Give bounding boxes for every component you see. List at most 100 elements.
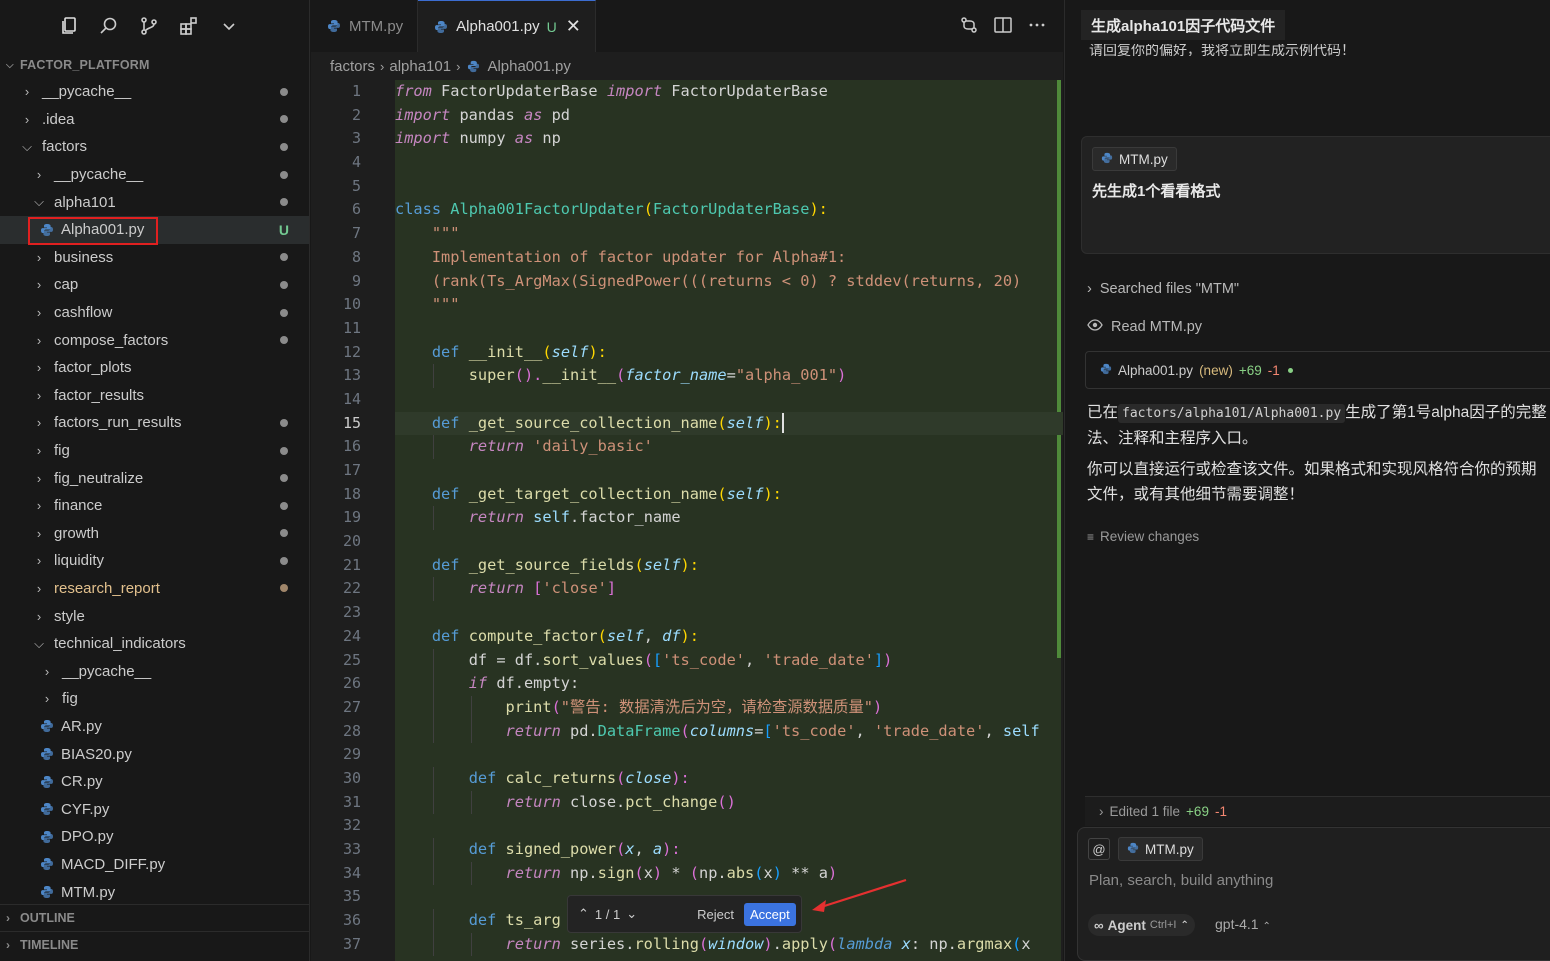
tree-folder[interactable]: › __pycache__ <box>0 657 309 685</box>
chevron-right-icon: › <box>456 58 461 74</box>
tab-mtm[interactable]: MTM.py <box>311 0 419 52</box>
tree-folder[interactable]: ⌵ alpha101 <box>0 188 309 216</box>
code-line: def compute_factor(self, df): <box>431 626 699 645</box>
chat-input-box[interactable]: @ MTM.py Plan, search, build anything ∞ … <box>1077 827 1550 961</box>
code-line: return series.rolling(window).apply(lamb… <box>395 932 1063 957</box>
tree-folder[interactable]: › cap <box>0 271 309 299</box>
explorer-section-header[interactable]: ⌵ FACTOR_PLATFORM <box>0 52 309 78</box>
line-number: 18 <box>342 484 361 503</box>
tree-item-label: cap <box>54 276 79 294</box>
chevron-right-icon: › <box>1099 804 1104 819</box>
tree-folder[interactable]: ⌵ technical_indicators <box>0 630 309 658</box>
chevron-right-icon: › <box>36 387 42 403</box>
tree-file[interactable]: DPO.py <box>0 823 309 851</box>
tree-folder[interactable]: › business <box>0 244 309 272</box>
tree-file[interactable]: CYF.py <box>0 795 309 823</box>
context-file-chip[interactable]: MTM.py <box>1092 147 1177 171</box>
tree-folder[interactable]: › __pycache__ <box>0 161 309 189</box>
line-number: 1 <box>351 82 361 100</box>
tree-folder[interactable]: › research_report <box>0 575 309 603</box>
extensions-icon[interactable] <box>178 15 200 37</box>
tree-folder[interactable]: › factors_run_results <box>0 409 309 437</box>
line-number: 13 <box>342 366 361 385</box>
tree-folder[interactable]: › factor_plots <box>0 354 309 382</box>
tree-item-label: fig <box>62 690 78 708</box>
tab-alpha001[interactable]: Alpha001.py U ✕ <box>418 0 596 52</box>
chevron-up-icon[interactable]: ⌃ <box>578 906 589 922</box>
more-actions-icon[interactable] <box>1027 15 1047 38</box>
source-control-icon[interactable] <box>138 15 160 37</box>
tree-folder[interactable]: ⌵ factors <box>0 133 309 161</box>
git-status-dot <box>280 87 288 96</box>
tree-file[interactable]: Alpha001.py U <box>0 215 309 245</box>
code-editor[interactable]: 1 2 3 4 5 6 7 8 9 10 11 12 13 14 15 16 17 18 19 20 21 22 23 24 2… <box>311 80 1063 961</box>
outline-section[interactable]: › OUTLINE <box>0 904 310 931</box>
tree-folder[interactable]: › .idea <box>0 106 309 134</box>
diff-counter: 1 / 1 <box>594 906 621 922</box>
tree-folder[interactable]: › compose_factors <box>0 326 309 354</box>
tree-folder[interactable]: › liquidity <box>0 547 309 575</box>
tree-file[interactable]: AR.py <box>0 713 309 741</box>
tree-folder[interactable]: › factor_results <box>0 382 309 410</box>
tree-item-label: .idea <box>42 110 75 128</box>
tree-folder[interactable]: › fig <box>0 437 309 465</box>
tree-file[interactable]: MTM.py <box>0 878 309 906</box>
tree-file[interactable]: CR.py <box>0 768 309 796</box>
model-selector[interactable]: gpt-4.1 ⌃ <box>1215 916 1271 932</box>
chevron-right-icon: › <box>36 470 42 486</box>
timeline-section[interactable]: › TIMELINE <box>0 931 310 958</box>
tree-folder[interactable]: › finance <box>0 492 309 520</box>
agent-mode-button[interactable]: ∞ Agent Ctrl+I ⌃ <box>1088 914 1195 936</box>
split-editor-icon[interactable] <box>993 15 1013 38</box>
line-number: 32 <box>342 816 361 835</box>
tree-folder[interactable]: › cashflow <box>0 299 309 327</box>
compare-changes-icon[interactable] <box>959 15 979 38</box>
tree-folder[interactable]: › fig_neutralize <box>0 464 309 492</box>
tree-item-label: AR.py <box>61 717 102 735</box>
tree-folder[interactable]: › style <box>0 602 309 630</box>
file-edit-card[interactable]: Alpha001.py (new) +69 -1 <box>1085 351 1550 389</box>
breadcrumb-item[interactable]: Alpha001.py <box>487 58 570 75</box>
python-file-icon <box>38 885 56 899</box>
line-number: 2 <box>351 105 361 124</box>
chevron-right-icon: › <box>36 498 42 514</box>
tree-file[interactable]: MACD_DIFF.py <box>0 851 309 879</box>
chevron-right-icon: › <box>44 691 50 707</box>
tree-folder[interactable]: › growth <box>0 520 309 548</box>
reject-button[interactable]: Reject <box>697 907 734 922</box>
python-file-icon <box>38 775 56 789</box>
chevron-right-icon: › <box>36 360 42 376</box>
chevron-down-icon[interactable]: ⌄ <box>626 906 637 922</box>
search-icon[interactable] <box>98 15 120 37</box>
tree-item-label: factor_results <box>54 386 145 404</box>
tree-item-label: cashflow <box>54 304 113 322</box>
explorer-icon[interactable] <box>58 15 80 37</box>
tree-item-label: technical_indicators <box>54 635 186 653</box>
tree-folder[interactable]: › fig <box>0 685 309 713</box>
context-file-chip[interactable]: MTM.py <box>1118 837 1203 861</box>
tree-item-label: alpha101 <box>54 193 116 211</box>
step-read-file[interactable]: Read MTM.py <box>1087 319 1202 335</box>
line-number: 28 <box>342 721 361 740</box>
accept-button[interactable]: Accept <box>743 902 796 926</box>
breadcrumb-item[interactable]: factors <box>330 58 375 75</box>
python-file-icon <box>1100 363 1112 378</box>
chat-input-placeholder[interactable]: Plan, search, build anything <box>1089 872 1273 889</box>
file-tree: › __pycache__ › .idea ⌵ factors › __pycache__ ⌵ a… <box>0 78 309 906</box>
tree-file[interactable]: BIAS20.py <box>0 740 309 768</box>
tree-folder[interactable]: › __pycache__ <box>0 78 309 106</box>
assistant-answer-line: 你可以直接运行或检查该文件。如果格式和实现风格符合你的预期 <box>1087 461 1537 478</box>
add-context-button[interactable]: @ <box>1088 838 1110 860</box>
chevron-down-icon[interactable] <box>218 15 240 37</box>
chevron-right-icon: › <box>36 167 42 183</box>
user-message-card[interactable]: MTM.py 先生成1个看看格式 <box>1081 136 1550 254</box>
review-changes-link[interactable]: ≡ Review changes <box>1087 529 1199 544</box>
code-line: from FactorUpdaterBase import FactorUpda… <box>395 82 828 100</box>
tree-item-label: liquidity <box>54 552 105 570</box>
breadcrumb-item[interactable]: alpha101 <box>389 58 451 75</box>
step-searched-files[interactable]: › Searched files "MTM" <box>1087 281 1239 297</box>
edited-files-summary[interactable]: › Edited 1 file +69 -1 <box>1085 796 1550 826</box>
tree-item-label: business <box>54 248 114 266</box>
close-icon[interactable]: ✕ <box>566 16 581 37</box>
chevron-right-icon: › <box>36 553 42 569</box>
